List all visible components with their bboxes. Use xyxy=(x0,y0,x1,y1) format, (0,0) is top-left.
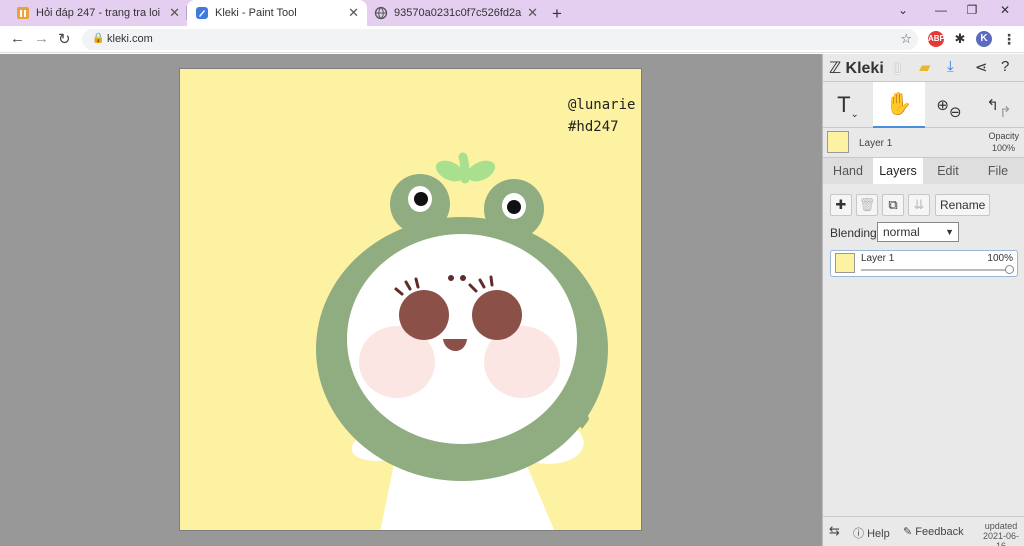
duplicate-layer-button[interactable]: ⧉ xyxy=(882,194,904,216)
hand-icon: ✋ xyxy=(885,91,913,116)
blending-value: normal xyxy=(883,225,920,239)
new-image-icon[interactable]: ▯ xyxy=(893,58,901,76)
bookmark-star-icon[interactable]: ☆ xyxy=(900,31,912,47)
tab-close-icon[interactable]: ✕ xyxy=(527,5,538,21)
panel-top-bar: ℤ Kleki ▯ ▰ ⤓ ⋖ ? xyxy=(823,54,1024,82)
reload-icon[interactable]: ↻ xyxy=(58,30,71,48)
browser-toolbar: ← → ↻ 🔒 kleki.com ☆ ABP ✱ K ⋮ xyxy=(0,26,1024,53)
text-tool-label: T xyxy=(837,92,851,117)
layer-thumbnail xyxy=(835,253,855,273)
minimize-icon[interactable]: — xyxy=(926,3,956,17)
forward-icon[interactable]: → xyxy=(34,30,49,47)
blending-label: Blending xyxy=(830,226,877,240)
close-window-icon[interactable]: ✕ xyxy=(990,3,1020,17)
back-icon[interactable]: ← xyxy=(10,30,25,47)
canvas-text-handle: @lunarie xyxy=(568,97,635,113)
tab-close-icon[interactable]: ✕ xyxy=(348,5,359,21)
profile-avatar[interactable]: K xyxy=(976,31,992,47)
tab-hoidap[interactable]: Hỏi đáp 247 - trang tra loi ✕ xyxy=(8,0,188,26)
tab-image[interactable]: 93570a0231c0f7c526fd2a7f93548 ✕ xyxy=(366,0,546,26)
logo-text: Kleki xyxy=(845,60,884,77)
layer-opacity: 100% xyxy=(987,253,1013,264)
add-layer-button[interactable]: ✚ xyxy=(830,194,852,216)
help-icon: ⓘ xyxy=(853,528,864,540)
rename-button[interactable]: Rename xyxy=(935,194,991,216)
download-icon[interactable]: ⤓ xyxy=(947,58,954,75)
help-label: Help xyxy=(867,528,890,540)
hand-tool-button[interactable]: ✋ xyxy=(873,82,925,128)
address-bar[interactable]: 🔒 kleki.com ☆ xyxy=(82,29,918,50)
layer-thumbnail xyxy=(827,131,849,153)
help-button[interactable]: ⓘ Help xyxy=(853,525,890,541)
share-icon[interactable]: ⋖ xyxy=(975,58,988,76)
canvas-text-tag: #hd247 xyxy=(568,119,619,135)
drawing-canvas[interactable]: @lunarie #hd247 xyxy=(179,68,642,531)
chevron-down-icon: ⌄ xyxy=(850,108,859,120)
text-tool-button[interactable]: T ⌄ xyxy=(829,82,867,128)
opacity-label: Opacity xyxy=(988,131,1019,141)
updated-info[interactable]: updated 2021-06-16 xyxy=(979,521,1023,546)
undo-icon[interactable]: ↰ xyxy=(986,96,999,114)
help-circle-icon[interactable]: ? xyxy=(1001,58,1009,75)
hoidap-icon xyxy=(17,7,29,19)
restore-icon[interactable]: ❐ xyxy=(957,3,987,17)
tab-close-icon[interactable]: ✕ xyxy=(169,5,180,21)
tab-title: 93570a0231c0f7c526fd2a7f93548 xyxy=(394,7,522,19)
adblock-icon[interactable]: ABP xyxy=(928,31,945,47)
zoom-in-icon[interactable]: ⊕ xyxy=(936,96,949,114)
chevron-down-icon: ▼ xyxy=(945,227,954,237)
url-text: kleki.com xyxy=(107,33,153,45)
merge-layer-button[interactable]: ⇊ xyxy=(908,194,930,216)
updated-label: updated xyxy=(984,521,1018,531)
tab-search-icon[interactable]: ⌄ xyxy=(888,3,918,17)
layer-list-item[interactable]: Layer 1 100% xyxy=(830,250,1018,277)
kleki-logo-icon: ℤ xyxy=(829,60,842,77)
panel-footer: ⇆ ⓘ Help ✎ Feedback updated 2021-06-16 xyxy=(823,516,1024,546)
canvas-workspace[interactable]: @lunarie #hd247 xyxy=(0,54,822,546)
slider-knob[interactable] xyxy=(1005,265,1014,274)
panel-subtabs: Hand Layers Edit File xyxy=(823,158,1024,184)
tab-edit[interactable]: Edit xyxy=(923,158,973,184)
feedback-button[interactable]: ✎ Feedback xyxy=(903,525,964,538)
new-tab-button[interactable]: + xyxy=(552,4,562,24)
blending-select[interactable]: normal ▼ xyxy=(877,222,959,242)
updated-date: 2021-06-16 xyxy=(982,531,1020,546)
layer-opacity-slider[interactable] xyxy=(861,265,1014,274)
tab-title: Kleki - Paint Tool xyxy=(215,7,297,19)
feedback-icon: ✎ xyxy=(903,526,913,538)
kleki-side-panel: ℤ Kleki ▯ ▰ ⤓ ⋖ ? T ⌄ ✋ ⊕ ⊖ ↰ ↱ Layer 1 Opa… xyxy=(822,54,1024,546)
redo-icon[interactable]: ↱ xyxy=(999,103,1012,121)
frog-girl-drawing: @lunarie #hd247 xyxy=(180,69,641,530)
kleki-logo: ℤ Kleki xyxy=(829,58,884,78)
lock-icon: 🔒 xyxy=(92,33,105,44)
open-file-icon[interactable]: ▰ xyxy=(919,58,931,76)
swap-side-icon[interactable]: ⇆ xyxy=(829,523,840,539)
tab-layers[interactable]: Layers xyxy=(873,158,923,184)
current-layer-name: Layer 1 xyxy=(859,138,893,149)
browser-tab-bar: Hỏi đáp 247 - trang tra loi ✕ Kleki - Pa… xyxy=(0,0,1024,26)
globe-icon xyxy=(374,6,388,20)
current-layer-strip[interactable]: Layer 1 Opacity 100% xyxy=(823,128,1024,158)
undo-redo-buttons[interactable]: ↰ ↱ xyxy=(977,82,1021,128)
browser-menu-icon[interactable]: ⋮ xyxy=(1001,31,1017,47)
tab-title: Hỏi đáp 247 - trang tra loi xyxy=(36,7,161,19)
opacity-value: 100% xyxy=(991,143,1015,153)
zoom-out-icon[interactable]: ⊖ xyxy=(949,103,962,121)
tab-file[interactable]: File xyxy=(973,158,1023,184)
zoom-buttons[interactable]: ⊕ ⊖ xyxy=(927,82,971,128)
tab-hand[interactable]: Hand xyxy=(823,158,873,184)
layer-name: Layer 1 xyxy=(861,253,895,264)
tool-row: T ⌄ ✋ ⊕ ⊖ ↰ ↱ xyxy=(823,82,1024,128)
layers-section: ✚ 🗑 ⧉ ⇊ Rename Blending normal ▼ Layer 1 … xyxy=(823,184,1024,544)
kleki-icon xyxy=(196,7,208,19)
extensions-icon[interactable]: ✱ xyxy=(952,31,968,47)
tab-kleki[interactable]: Kleki - Paint Tool ✕ xyxy=(187,0,367,26)
delete-layer-button[interactable]: 🗑 xyxy=(856,194,878,216)
feedback-label: Feedback xyxy=(915,526,964,538)
